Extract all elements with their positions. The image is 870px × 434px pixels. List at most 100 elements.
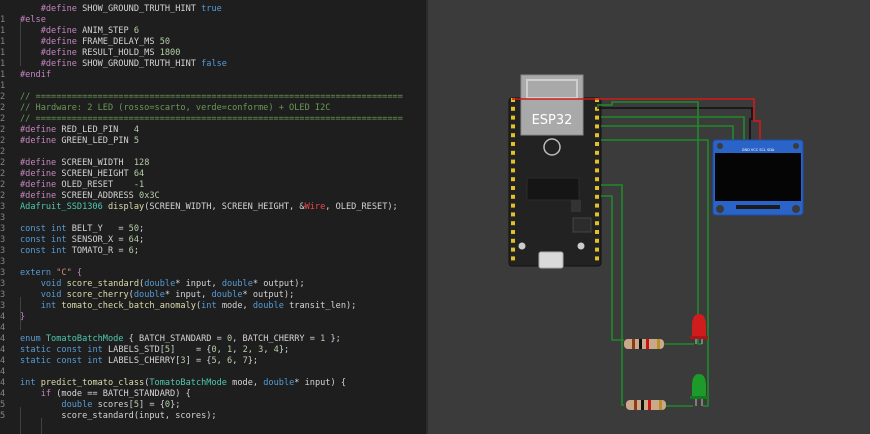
code-token: ,: [216, 356, 228, 366]
code-token: RED_LED_PIN: [61, 125, 134, 135]
code-line[interactable]: 4 if (mode == BATCH_STANDARD) {: [0, 389, 426, 400]
header-pin: [511, 150, 515, 155]
code-line[interactable]: 2 // ====================================…: [0, 114, 426, 125]
code-line[interactable]: 2 #define SCREEN_ADDRESS 0x3C: [0, 191, 426, 202]
code-text: // =====================================…: [20, 114, 403, 125]
code-token: Wire: [304, 202, 326, 212]
code-token: TomatoBatchMode: [45, 334, 129, 344]
code-line[interactable]: 3 void score_standard(double* input, dou…: [0, 279, 426, 290]
code-line[interactable]: 3 void score_cherry(double* input, doubl…: [0, 290, 426, 301]
code-line[interactable]: 1 #define FRAME_DELAY_MS 50: [0, 37, 426, 48]
code-line[interactable]: 2: [0, 147, 426, 158]
code-line[interactable]: 3 int tomato_check_batch_anomaly(int mod…: [0, 301, 426, 312]
header-pin: [511, 124, 515, 129]
code-line[interactable]: 2 // Hardware: 2 LED (rosso=scarto, verde…: [0, 103, 426, 114]
oled-display[interactable]: GND VCC SCL SDA: [712, 139, 804, 216]
code-token: , BATCH_CHERRY =: [232, 334, 321, 344]
code-line[interactable]: 2 // ====================================…: [0, 92, 426, 103]
code-token: double: [20, 400, 98, 410]
code-line[interactable]: 4}: [0, 312, 426, 323]
code-editor[interactable]: #define SHOW_GROUND_TRUTH_HINT true 1 #els…: [0, 0, 426, 434]
code-token: double: [133, 290, 165, 300]
code-token: if: [20, 389, 57, 399]
code-token: ] = {: [170, 345, 212, 355]
header-pin: [595, 256, 599, 261]
line-number: 1: [0, 26, 6, 36]
code-line[interactable]: 4 int predict_tomato_class(TomatoBatchMod…: [0, 378, 426, 389]
code-line[interactable]: 4 enum TomatoBatchMode { BATCH_STANDARD =…: [0, 334, 426, 345]
header-pin: [511, 221, 515, 226]
code-token: // Hardware: 2 LED (rosso=scarto, verde=…: [20, 103, 331, 113]
code-line[interactable]: 4 static const int LABELS_CHERRY[3] = {5,…: [0, 356, 426, 367]
code-token: -1: [133, 180, 145, 190]
code-token: // =====================================…: [20, 92, 403, 102]
line-number: 5: [0, 411, 6, 421]
code-line[interactable]: 3: [0, 213, 426, 224]
code-line[interactable]: 2 #define GREEN_LED_PIN 5: [0, 136, 426, 147]
code-line[interactable]: 1 #define RESULT_HOLD_MS 1800: [0, 48, 426, 59]
code-line[interactable]: 1: [0, 81, 426, 92]
line-number: 4: [0, 378, 6, 388]
code-line[interactable]: 5 double scores[5] = {0};: [0, 400, 426, 411]
en-button[interactable]: [577, 242, 585, 250]
code-token: const: [20, 224, 52, 234]
code-line[interactable]: 4: [0, 367, 426, 378]
code-line[interactable]: 3 Adafruit_SSD1306 display(SCREEN_WIDTH, …: [0, 202, 426, 213]
code-line[interactable]: 3: [0, 257, 426, 268]
header-pin: [595, 168, 599, 173]
line-number: 1: [0, 15, 6, 25]
code-token: LABELS_CHERRY[: [107, 356, 181, 366]
code-line[interactable]: 1 #endif: [0, 70, 426, 81]
esp32-board[interactable]: ESP32: [508, 74, 602, 269]
resistor-red[interactable]: [624, 339, 664, 349]
code-token: int: [51, 246, 72, 256]
oled-screen: [715, 153, 801, 201]
code-line[interactable]: 2 #define SCREEN_HEIGHT 64: [0, 169, 426, 180]
code-line[interactable]: 3 extern "C" {: [0, 268, 426, 279]
boot-button[interactable]: [518, 242, 526, 250]
code-line[interactable]: 1 #define SHOW_GROUND_TRUTH_HINT false: [0, 59, 426, 70]
code-token: int: [20, 301, 62, 311]
code-token: SCREEN_WIDTH: [61, 158, 134, 168]
code-line[interactable]: 4 static const int LABELS_STD[5] = {0, 1,…: [0, 345, 426, 356]
code-token: score_standard(input, scores);: [20, 411, 217, 421]
code-token: Adafruit_SSD1306: [20, 202, 108, 212]
code-line[interactable]: 2 #define OLED_RESET -1: [0, 180, 426, 191]
led-green[interactable]: [690, 374, 708, 406]
header-pin: [595, 194, 599, 199]
line-number: 3: [0, 202, 6, 212]
code-line[interactable]: #define SHOW_GROUND_TRUTH_HINT true: [0, 4, 426, 15]
line-number: 4: [0, 345, 6, 355]
header-pin: [511, 238, 515, 243]
code-line[interactable]: 2 #define RED_LED_PIN 4: [0, 125, 426, 136]
simulation-canvas[interactable]: ESP32 GND VCC SCL SDA: [428, 0, 870, 434]
code-text: if (mode == BATCH_STANDARD) {: [20, 389, 191, 400]
code-line[interactable]: 5 score_standard(input, scores);: [0, 411, 426, 422]
code-token: 0x3C: [139, 191, 160, 201]
code-line[interactable]: 3 const int TOMATO_R = 6;: [0, 246, 426, 257]
code-line[interactable]: 2 #define SCREEN_WIDTH 128: [0, 158, 426, 169]
code-text: #define SCREEN_HEIGHT 64: [20, 169, 144, 180]
header-pin: [595, 115, 599, 120]
code-token: 64: [133, 169, 145, 179]
code-line[interactable]: 1 #define ANIM_STEP 6: [0, 26, 426, 37]
code-line[interactable]: 1 #else: [0, 15, 426, 26]
code-token: double: [211, 290, 243, 300]
code-line[interactable]: 4: [0, 323, 426, 334]
code-line[interactable]: 3 const int SENSOR_X = 64;: [0, 235, 426, 246]
code-token: };: [247, 356, 259, 366]
code-text: void score_cherry(double* input, double*…: [20, 290, 295, 301]
code-token: (SCREEN_WIDTH, SCREEN_HEIGHT, &: [144, 202, 305, 212]
code-token: ;: [139, 235, 145, 245]
code-token: ;: [139, 224, 145, 234]
led-red[interactable]: [690, 314, 708, 344]
line-number: 2: [0, 125, 6, 135]
code-line[interactable]: 3 const int BELT_Y = 50;: [0, 224, 426, 235]
code-text: int tomato_check_batch_anomaly(int mode,…: [20, 301, 357, 312]
resistor-green[interactable]: [626, 400, 666, 410]
code-text: static const int LABELS_CHERRY[3] = {5, …: [20, 356, 258, 367]
code-token: 1800: [159, 48, 181, 58]
code-token: int: [87, 356, 108, 366]
header-pin: [511, 106, 515, 111]
header-pin: [511, 256, 515, 261]
